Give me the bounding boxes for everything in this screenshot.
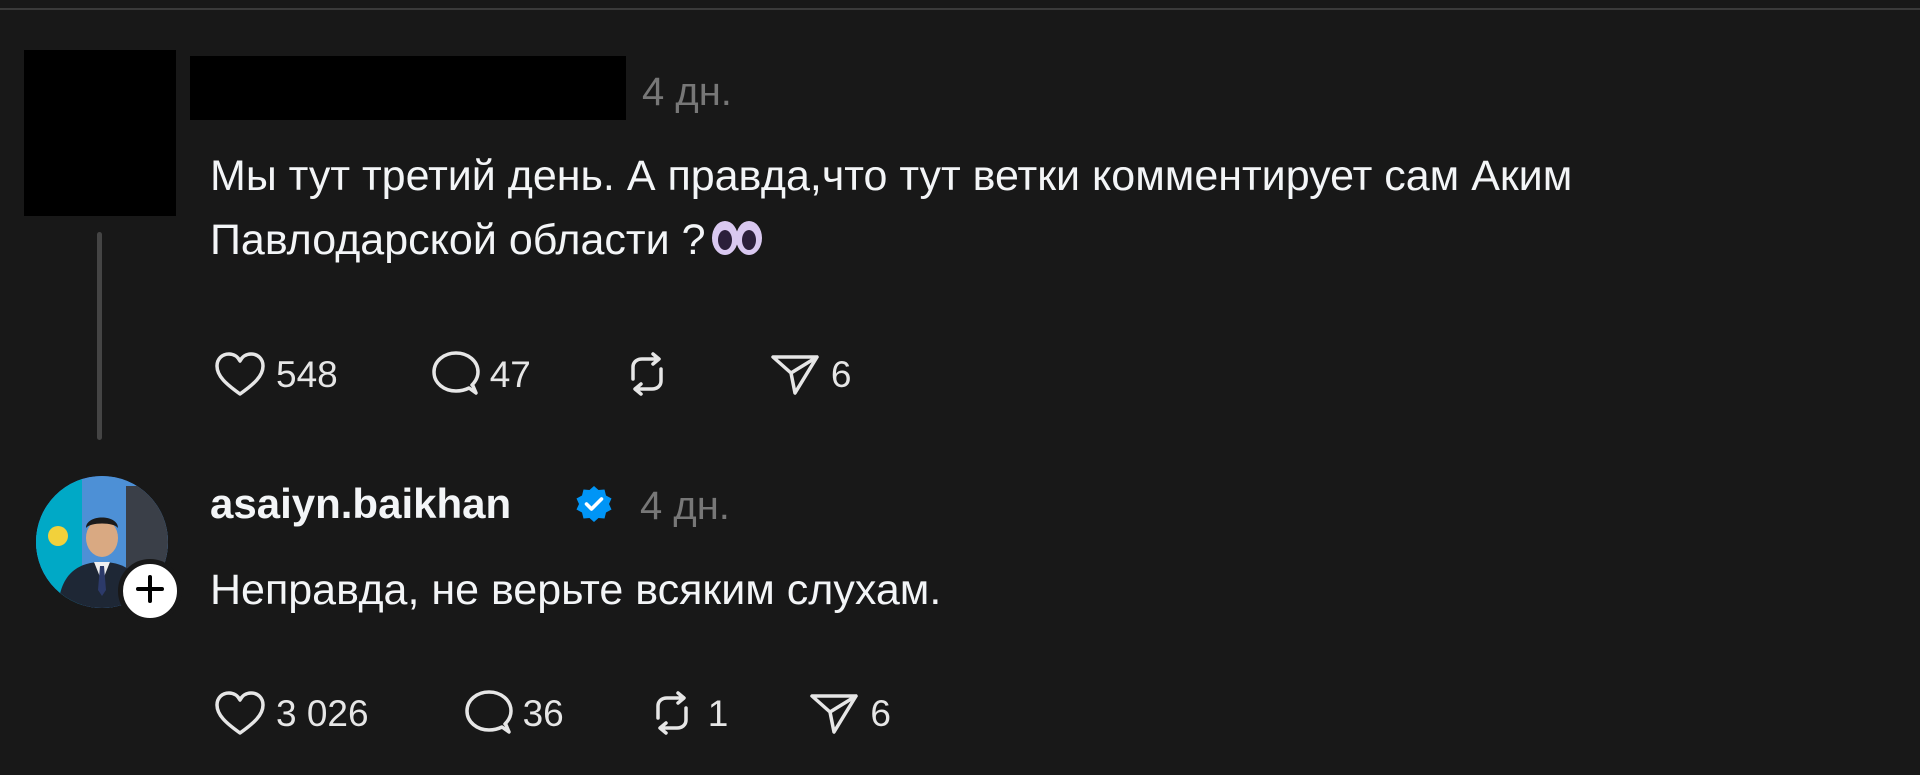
parent-post-text-content: Мы тут третий день. А правда,что тут вет… (210, 152, 1573, 264)
repost-icon (644, 688, 700, 738)
avatar-redacted[interactable] (24, 50, 176, 216)
reply-button[interactable]: 36 (459, 688, 564, 738)
thread-connector (97, 232, 102, 440)
plus-icon (135, 574, 165, 609)
eyes-icon (710, 212, 764, 276)
comment-icon (459, 688, 515, 738)
share-button[interactable]: 6 (767, 349, 852, 399)
like-count: 3 026 (276, 692, 369, 734)
repost-button[interactable] (619, 349, 675, 399)
reply-button[interactable]: 47 (426, 349, 531, 399)
share-button[interactable]: 6 (806, 688, 891, 738)
verified-badge-icon (574, 484, 614, 529)
like-count: 548 (276, 353, 338, 395)
reply-actions: 3 026 36 1 6 (212, 688, 891, 738)
comment-icon (426, 349, 482, 399)
reply-timestamp[interactable]: 4 дн. (640, 486, 730, 526)
parent-post-text: Мы тут третий день. А правда,что тут вет… (210, 144, 1572, 276)
share-count: 6 (870, 692, 891, 734)
share-count: 6 (830, 353, 852, 395)
reply-count: 47 (489, 353, 531, 395)
send-icon (806, 688, 862, 738)
reply-username[interactable]: asaiyn.baikhan (210, 478, 511, 530)
repost-count: 1 (707, 692, 729, 734)
repost-icon (619, 349, 675, 399)
like-button[interactable]: 548 (212, 349, 338, 399)
send-icon (767, 349, 823, 399)
reply-count: 36 (522, 692, 564, 734)
heart-icon (212, 688, 268, 738)
username-redacted[interactable] (190, 56, 626, 120)
top-divider (0, 8, 1920, 10)
repost-button[interactable]: 1 (644, 688, 729, 738)
follow-button[interactable] (118, 559, 182, 623)
reply-post-text: Неправда, не верьте всяким слухам. (210, 566, 942, 614)
heart-icon (212, 349, 268, 399)
parent-timestamp[interactable]: 4 дн. (642, 72, 732, 112)
like-button[interactable]: 3 026 (212, 688, 369, 738)
parent-actions: 548 47 6 (212, 349, 851, 399)
